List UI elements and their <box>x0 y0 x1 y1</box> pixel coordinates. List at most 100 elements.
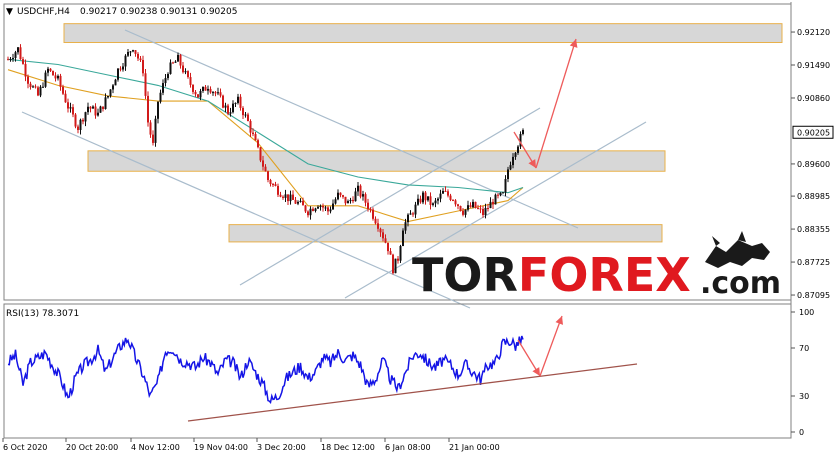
candle-bear <box>374 218 377 224</box>
candle-bull <box>109 89 112 96</box>
price-tick-label: 0.90860 <box>797 94 830 103</box>
candle-bull <box>124 55 127 67</box>
candle-bear <box>77 126 79 130</box>
candle-bull <box>79 119 82 130</box>
chart-canvas: 0.92120 0.91490 0.90860 0.90205 0.89600 0.889… <box>2 2 834 452</box>
candle-bear <box>27 76 29 84</box>
candle-bear <box>247 114 249 122</box>
candle-bear <box>352 199 354 202</box>
candle-bear <box>367 202 369 209</box>
candle-bear <box>94 106 97 116</box>
candle-bull <box>122 66 124 70</box>
candle-bull <box>104 97 107 109</box>
time-tick-label: 6 Jan 08:00 <box>385 443 431 452</box>
candle-bear <box>322 205 324 208</box>
candle-bear <box>142 60 144 74</box>
candle-bull <box>467 205 469 210</box>
candle-bear <box>497 194 499 196</box>
watermark-part-tor: TOR <box>412 248 518 302</box>
candle-bear <box>152 134 154 143</box>
rsi-arrow-down-head <box>532 367 540 376</box>
rsi-tick-label: 0 <box>799 428 804 437</box>
candle-bear <box>119 68 122 70</box>
candle-bull <box>357 185 359 192</box>
candle-bull <box>42 86 44 88</box>
candle-bear <box>424 192 427 201</box>
candle-bear <box>22 59 24 64</box>
chart-root: 0.92120 0.91490 0.90860 0.90205 0.89600 0.889… <box>0 0 838 458</box>
candle-bear <box>462 210 464 215</box>
support-resistance-zones <box>63 23 783 243</box>
candle-bear <box>102 106 104 109</box>
candle-bear <box>292 194 294 200</box>
candle-bull <box>154 118 157 143</box>
candle-bull <box>199 90 202 98</box>
candle-bull <box>129 51 132 53</box>
candle-bull <box>472 201 474 208</box>
candle-bull <box>284 194 287 198</box>
time-tick-label: 3 Dec 20:00 <box>257 443 306 452</box>
candle-bull <box>494 194 497 205</box>
candle-bull <box>132 50 134 52</box>
candle-bull <box>57 75 59 79</box>
candle-bear <box>242 107 244 116</box>
candle-bull <box>184 71 187 73</box>
candle-bull <box>127 51 129 56</box>
channel-line-2 <box>21 111 471 309</box>
candle-bear <box>452 199 454 201</box>
forecast-arrows <box>513 38 578 169</box>
candle-bull <box>107 95 109 98</box>
candle-bear <box>214 92 217 94</box>
candle-bull <box>39 86 42 96</box>
candle-bear <box>37 87 39 96</box>
price-tick-label: 0.87725 <box>797 258 830 267</box>
candle-bull <box>432 203 434 205</box>
candle-bull <box>329 209 332 212</box>
candle-bear <box>312 208 314 211</box>
candle-bear <box>392 254 394 274</box>
candle-bear <box>267 171 269 180</box>
candle-bull <box>289 194 292 202</box>
candle-bear <box>477 207 479 209</box>
candle-bull <box>522 130 524 134</box>
candle-bull <box>437 198 439 201</box>
candle-bull <box>394 258 397 274</box>
candle-bear <box>89 106 92 109</box>
candle-bear <box>429 196 432 205</box>
candle-bull <box>157 101 159 119</box>
rsi-arrow-up <box>539 315 563 377</box>
candle-bear <box>449 195 452 200</box>
candle-bull <box>439 193 442 199</box>
candle-bear <box>137 53 139 59</box>
candle-bear <box>189 77 192 85</box>
candle-bull <box>12 57 14 60</box>
candle-bear <box>287 194 289 202</box>
candle-bull <box>9 59 12 61</box>
candle-bear <box>419 198 422 203</box>
candle-bear <box>397 258 399 261</box>
candle-bull <box>402 230 404 247</box>
candle-bear <box>252 132 254 135</box>
candle-bull <box>114 79 117 86</box>
price-tick-label: 0.87095 <box>797 291 830 300</box>
rsi-tick-label: 70 <box>799 344 809 353</box>
candle-bear <box>194 91 197 95</box>
candle-bull <box>162 83 164 93</box>
candle-bear <box>377 223 379 229</box>
watermark-part-com: .com <box>700 266 781 301</box>
candle-bull <box>404 222 407 231</box>
symbol-label: USDCHF,H4 <box>17 7 70 17</box>
candle-bull <box>174 61 177 63</box>
candle-bull <box>504 178 507 193</box>
candle-bear <box>412 213 414 215</box>
candle-bear <box>382 232 384 239</box>
candle-bear <box>179 54 182 66</box>
candle-bear <box>254 134 257 141</box>
candle-bull <box>399 246 402 261</box>
candle-bull <box>69 107 72 109</box>
candle-bull <box>202 86 204 91</box>
candle-bull <box>212 92 214 94</box>
candle-bull <box>362 194 364 197</box>
candle-bear <box>469 205 472 208</box>
candle-bear <box>264 166 267 172</box>
